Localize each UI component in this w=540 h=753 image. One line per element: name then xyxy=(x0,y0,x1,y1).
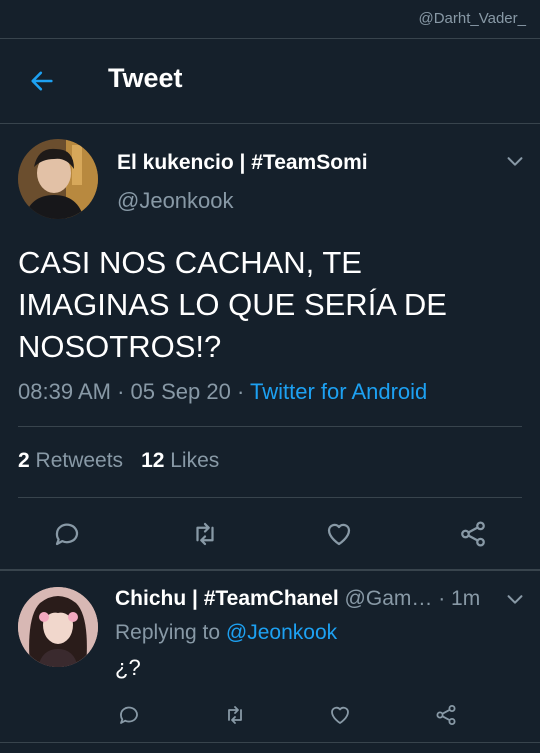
heart-icon[interactable] xyxy=(324,519,354,549)
app-header: Tweet xyxy=(0,39,540,123)
replying-to: Replying to @Jeonkook xyxy=(115,621,337,645)
page-title: Tweet xyxy=(108,63,183,93)
reply-avatar-image xyxy=(18,587,98,667)
share-icon[interactable] xyxy=(458,519,488,549)
reply-display-name[interactable]: Chichu | #TeamChanel xyxy=(115,587,339,610)
replying-prefix: Replying to xyxy=(115,621,226,644)
meta-separator: · xyxy=(110,379,131,404)
section-divider xyxy=(0,569,540,571)
divider xyxy=(18,426,522,427)
header-divider xyxy=(0,123,540,124)
retweet-icon[interactable] xyxy=(223,703,247,727)
reply-avatar[interactable] xyxy=(18,587,98,667)
comment-icon[interactable] xyxy=(52,519,82,549)
likes-stat[interactable]: 12 Likes xyxy=(141,449,219,472)
retweets-label: Retweets xyxy=(29,449,124,472)
tweet-time: 08:39 AM xyxy=(18,379,111,404)
tweet-stats: 2 Retweets 12 Likes xyxy=(18,449,219,473)
watermark: @Darht_Vader_ xyxy=(418,10,526,27)
tweet-display-name[interactable]: El kukencio | #TeamSomi xyxy=(117,151,368,175)
chevron-down-icon[interactable] xyxy=(504,588,526,610)
reply-handle[interactable]: @Gam… xyxy=(339,587,433,610)
reply-header: Chichu | #TeamChanel @Gam… · 1m xyxy=(115,587,495,611)
retweet-icon[interactable] xyxy=(190,519,220,549)
avatar-image xyxy=(18,139,98,219)
retweets-count: 2 xyxy=(18,449,30,472)
heart-icon[interactable] xyxy=(328,703,352,727)
avatar[interactable] xyxy=(18,139,98,219)
chevron-down-icon[interactable] xyxy=(504,150,526,172)
tweet-date: 05 Sep 20 xyxy=(130,379,231,404)
reply-actions xyxy=(0,701,540,731)
likes-label: Likes xyxy=(164,449,220,472)
bottom-divider xyxy=(0,742,540,743)
tweet-text: CASI NOS CACHAN, TE IMAGINAS LO QUE SERÍ… xyxy=(18,245,447,364)
reply-text: ¿? xyxy=(115,655,141,680)
likes-count: 12 xyxy=(141,449,165,472)
tweet-source-link[interactable]: Twitter for Android xyxy=(250,379,427,404)
replying-mention-link[interactable]: @Jeonkook xyxy=(226,621,337,644)
share-icon[interactable] xyxy=(434,703,458,727)
meta-separator: · xyxy=(230,379,250,404)
reply-time: · 1m xyxy=(432,587,481,610)
arrow-left-icon[interactable] xyxy=(28,67,56,95)
comment-icon[interactable] xyxy=(117,703,141,727)
retweets-stat[interactable]: 2 Retweets xyxy=(18,449,123,472)
divider xyxy=(18,497,522,498)
tweet-actions xyxy=(0,515,540,555)
tweet-handle[interactable]: @Jeonkook xyxy=(117,188,234,214)
tweet-meta: 08:39 AM · 05 Sep 20 · Twitter for Andro… xyxy=(18,379,427,405)
